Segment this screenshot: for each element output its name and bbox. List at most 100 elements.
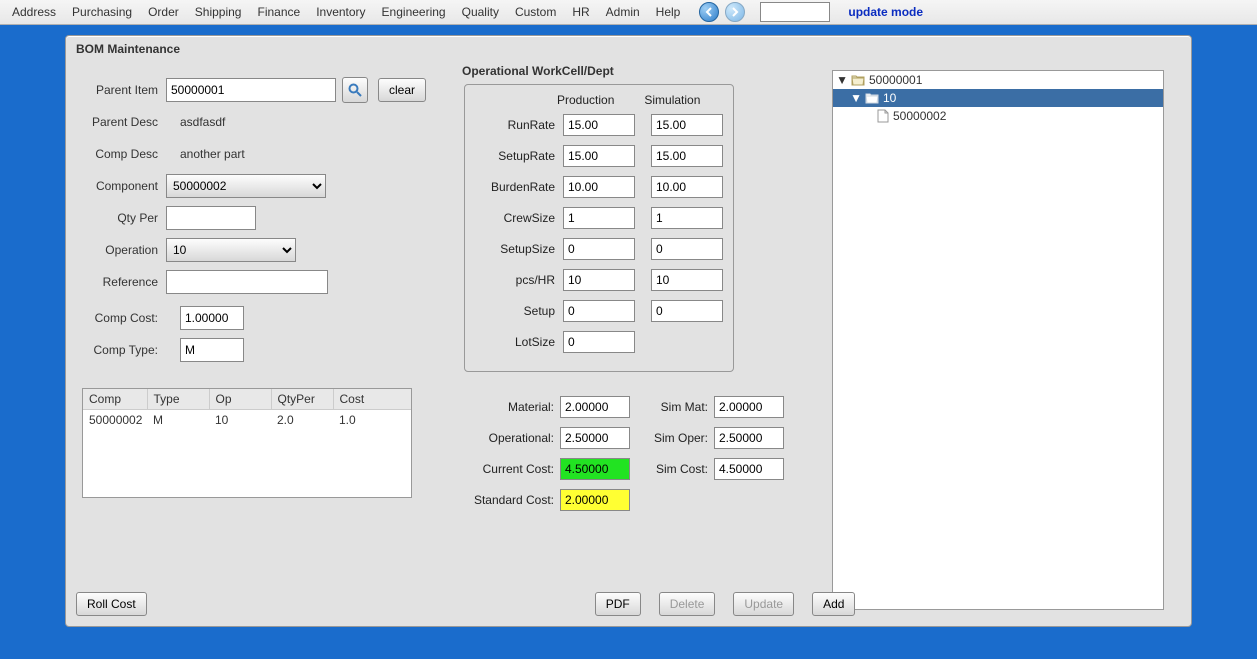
tree-node-operation[interactable]: ▼ 10 xyxy=(833,89,1163,107)
tree-node-label: 50000002 xyxy=(893,109,946,123)
menu-admin[interactable]: Admin xyxy=(600,3,646,21)
cell-comp: 50000002 xyxy=(83,410,147,431)
burdenrate-prod-input[interactable] xyxy=(563,176,635,198)
menubar: Address Purchasing Order Shipping Financ… xyxy=(0,0,1257,25)
tree-node-component[interactable]: 50000002 xyxy=(833,107,1163,125)
setupsize-prod-input[interactable] xyxy=(563,238,635,260)
grid-header-comp[interactable]: Comp xyxy=(83,389,147,410)
setupsize-label: SetupSize xyxy=(475,242,555,256)
cell-op: 10 xyxy=(209,410,271,431)
component-select[interactable]: 50000002 xyxy=(166,174,326,198)
menu-shipping[interactable]: Shipping xyxy=(189,3,248,21)
setup-sim-input[interactable] xyxy=(651,300,723,322)
menu-custom[interactable]: Custom xyxy=(509,3,562,21)
update-button[interactable]: Update xyxy=(733,592,794,616)
grid-header-type[interactable]: Type xyxy=(147,389,209,410)
component-grid[interactable]: Comp Type Op QtyPer Cost 50000002 M 10 2… xyxy=(82,388,412,498)
crewsize-sim-input[interactable] xyxy=(651,207,723,229)
reference-input[interactable] xyxy=(166,270,328,294)
menu-inventory[interactable]: Inventory xyxy=(310,3,371,21)
sim-mat-label: Sim Mat: xyxy=(634,400,708,414)
opset-title: Operational WorkCell/Dept xyxy=(462,64,822,78)
pcshr-sim-input[interactable] xyxy=(651,269,723,291)
setuprate-sim-input[interactable] xyxy=(651,145,723,167)
setupsize-sim-input[interactable] xyxy=(651,238,723,260)
standard-cost-label: Standard Cost: xyxy=(462,493,554,507)
search-icon xyxy=(347,82,363,98)
setup-prod-input[interactable] xyxy=(563,300,635,322)
comp-desc-value: another part xyxy=(166,147,245,161)
chevron-down-icon[interactable]: ▼ xyxy=(851,91,861,105)
menu-hr[interactable]: HR xyxy=(566,3,595,21)
material-label: Material: xyxy=(462,400,554,414)
menu-quality[interactable]: Quality xyxy=(456,3,505,21)
roll-cost-button[interactable]: Roll Cost xyxy=(76,592,147,616)
col-header-simulation: Simulation xyxy=(644,93,700,107)
current-cost-label: Current Cost: xyxy=(462,462,554,476)
operational-input[interactable] xyxy=(560,427,630,449)
operation-label: Operation xyxy=(82,243,158,257)
qty-per-label: Qty Per xyxy=(82,211,158,225)
mode-label: update mode xyxy=(848,5,923,19)
delete-button[interactable]: Delete xyxy=(659,592,716,616)
grid-header-qtyper[interactable]: QtyPer xyxy=(271,389,333,410)
comp-type-input[interactable] xyxy=(180,338,244,362)
table-row[interactable]: 50000002 M 10 2.0 1.0 xyxy=(83,410,411,431)
pcshr-prod-input[interactable] xyxy=(563,269,635,291)
pcshr-label: pcs/HR xyxy=(475,273,555,287)
tree-node-label: 50000001 xyxy=(869,73,922,87)
sim-oper-input[interactable] xyxy=(714,427,784,449)
panel-title: BOM Maintenance xyxy=(66,36,1191,60)
menu-help[interactable]: Help xyxy=(650,3,687,21)
parent-item-label: Parent Item xyxy=(82,83,158,97)
pdf-button[interactable]: PDF xyxy=(595,592,641,616)
sim-cost-input[interactable] xyxy=(714,458,784,480)
grid-header-op[interactable]: Op xyxy=(209,389,271,410)
sim-oper-label: Sim Oper: xyxy=(634,431,708,445)
nav-forward-button[interactable] xyxy=(725,2,745,22)
operation-select[interactable]: 10 xyxy=(166,238,296,262)
runrate-sim-input[interactable] xyxy=(651,114,723,136)
standard-cost-input[interactable] xyxy=(560,489,630,511)
menu-order[interactable]: Order xyxy=(142,3,185,21)
runrate-prod-input[interactable] xyxy=(563,114,635,136)
chevron-down-icon[interactable]: ▼ xyxy=(837,73,847,87)
comp-cost-input[interactable] xyxy=(180,306,244,330)
reference-label: Reference xyxy=(82,275,158,289)
runrate-label: RunRate xyxy=(475,118,555,132)
bom-tree[interactable]: ▼ 50000001 ▼ 10 50000002 xyxy=(832,70,1164,610)
burdenrate-sim-input[interactable] xyxy=(651,176,723,198)
qty-per-input[interactable] xyxy=(166,206,256,230)
cell-type: M xyxy=(147,410,209,431)
menu-purchasing[interactable]: Purchasing xyxy=(66,3,138,21)
operational-label: Operational: xyxy=(462,431,554,445)
parent-item-lookup-button[interactable] xyxy=(342,77,368,103)
comp-desc-label: Comp Desc xyxy=(82,147,158,161)
current-cost-input[interactable] xyxy=(560,458,630,480)
menubar-search-input[interactable] xyxy=(760,2,830,22)
parent-item-input[interactable] xyxy=(166,78,336,102)
add-button[interactable]: Add xyxy=(812,592,855,616)
operational-fieldset: Production Simulation RunRate SetupRate … xyxy=(464,84,734,372)
menu-address[interactable]: Address xyxy=(6,3,62,21)
menu-finance[interactable]: Finance xyxy=(251,3,306,21)
setuprate-label: SetupRate xyxy=(475,149,555,163)
menu-engineering[interactable]: Engineering xyxy=(376,3,452,21)
burdenrate-label: BurdenRate xyxy=(475,180,555,194)
cell-qty: 2.0 xyxy=(271,410,333,431)
folder-open-icon xyxy=(851,74,865,86)
material-input[interactable] xyxy=(560,396,630,418)
crewsize-prod-input[interactable] xyxy=(563,207,635,229)
file-icon xyxy=(877,109,889,123)
sim-mat-input[interactable] xyxy=(714,396,784,418)
grid-header-cost[interactable]: Cost xyxy=(333,389,411,410)
component-label: Component xyxy=(82,179,158,193)
setuprate-prod-input[interactable] xyxy=(563,145,635,167)
parent-desc-value: asdfasdf xyxy=(166,115,225,129)
nav-back-button[interactable] xyxy=(699,2,719,22)
parent-desc-label: Parent Desc xyxy=(82,115,158,129)
clear-button[interactable]: clear xyxy=(378,78,426,102)
comp-cost-label: Comp Cost: xyxy=(82,311,158,325)
tree-node-parent[interactable]: ▼ 50000001 xyxy=(833,71,1163,89)
lotsize-input[interactable] xyxy=(563,331,635,353)
